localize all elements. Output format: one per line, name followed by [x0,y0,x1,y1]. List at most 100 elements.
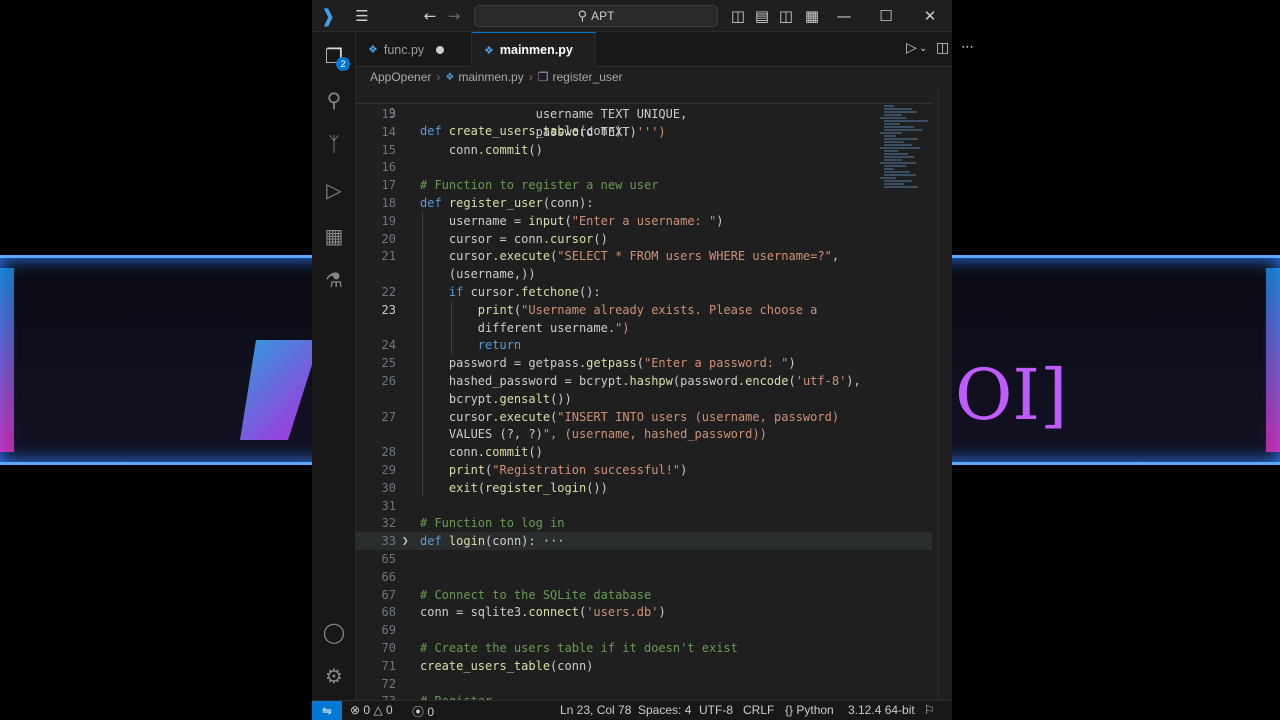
run-python-file-icon[interactable]: ▷ [906,40,917,56]
code-text: def create_users_table(conn): [420,124,630,138]
code-text: # Function to log in [420,516,565,531]
code-line: 9 def create_users_table(conn): [356,87,932,138]
code-text: hashed_password = bcrypt.hashpw(password… [420,374,861,388]
menu-icon[interactable]: ☰ [352,6,372,26]
indentation[interactable]: Spaces: 4 [638,703,691,717]
line-number: 72 [381,676,396,691]
code-line: 22 if cursor.fetchone(): [356,283,932,301]
testing-icon[interactable]: ⚗ [322,268,346,292]
code-text: username = input("Enter a username: ") [420,213,724,228]
language-mode[interactable]: {} Python [785,703,834,717]
toggle-secondary-sidebar-icon[interactable]: ◫ [776,6,796,26]
code-text: (username,)) [420,267,536,282]
split-editor-icon[interactable]: ◫ [936,40,949,56]
minimap-line [884,153,908,155]
sticky-scroll-header[interactable]: 9 def create_users_table(conn): [356,87,932,138]
line-number: 73 [356,692,396,700]
code-line: 20 cursor = conn.cursor() [356,230,932,248]
breadcrumb-symbol[interactable]: register_user [553,70,623,84]
minimap-line [884,114,902,116]
minimap-line [884,156,914,158]
breadcrumb-file[interactable]: mainmen.py [458,70,523,84]
minimap-line [884,144,912,146]
code-text: conn = sqlite3.connect('users.db') [420,605,666,620]
code-line: 25 password = getpass.getpass("Enter a p… [356,354,932,372]
code-text: return [477,338,522,353]
minimize-icon[interactable]: — [834,6,854,26]
warning-icon: △ [373,703,383,717]
tab-func-py[interactable]: ❖ func.py [356,32,472,67]
code-text: # Function to register a new user [420,178,659,193]
line-number: 29 [381,463,396,477]
minimap-line [880,132,902,134]
breadcrumb: AppOpener › ❖ mainmen.py › ❒ register_us… [356,67,952,87]
accounts-icon[interactable]: ◯ [322,620,346,644]
forward-arrow-icon[interactable]: → [444,6,464,26]
line-number: 19 [381,213,396,228]
minimap-line [884,129,922,131]
run-debug-icon[interactable]: ▷ [322,178,346,202]
ports-indicator[interactable]: ⦿ 0 [412,703,434,720]
minimap-line [884,165,906,167]
more-actions-icon[interactable]: ⋯ [961,40,974,55]
code-line: 26 hashed_password = bcrypt.hashpw(passw… [356,372,932,390]
line-number: 18 [381,196,396,210]
cursor-position[interactable]: Ln 23, Col 78 [560,703,631,717]
code-line: 23 print("Username already exists. Pleas… [356,301,932,319]
code-line: 30 exit(register_login()) [356,479,932,497]
line-number: 69 [381,623,396,638]
customize-layout-icon[interactable]: ▦ [802,6,822,26]
code-text: cursor = conn.cursor() [420,231,608,246]
tab-mainmen-py[interactable]: ❖ mainmen.py [472,32,596,67]
code-text: bcrypt.gensalt()) [420,391,572,406]
minimap-line [880,147,920,149]
code-line: 71 create_users_table(conn) [356,657,932,675]
problems-indicator[interactable]: ⊗ 0 △ 0 [350,703,393,717]
python-file-icon: ❖ [484,44,494,57]
vertical-scrollbar[interactable] [938,87,952,700]
editor-tab-bar: ❖ func.py ❖ mainmen.py ▷ ⌄ ◫ ⋯ [356,32,974,67]
line-number: 25 [381,356,396,371]
minimap-line [884,126,914,128]
toggle-primary-sidebar-icon[interactable]: ◫ [728,6,748,26]
line-number: 21 [381,249,396,264]
command-center-search[interactable]: ⚲ APT [474,5,718,27]
code-line: 70 # Create the users table if it doesn't… [356,639,932,657]
braces-icon: {} [785,703,794,717]
code-line: 68 conn = sqlite3.connect('users.db') [356,603,932,621]
notifications-bell-icon[interactable]: ⚐ [924,703,935,717]
minimap-line [884,159,902,161]
code-line: 13 username TEXT UNIQUE, [356,105,932,123]
settings-gear-icon[interactable]: ⚙ [322,664,346,688]
line-number: 68 [381,605,396,620]
code-line: 73 # Register [356,692,932,700]
code-text: conn.commit() [420,142,543,157]
maximize-icon[interactable]: ☐ [876,6,896,26]
python-interpreter[interactable]: 3.12.4 64-bit [848,703,915,717]
remote-indicator-icon[interactable]: ⇋ [312,701,342,720]
code-line: 18 def register_user(conn): [356,194,932,212]
explorer-icon[interactable]: ❐ 2 [322,44,350,71]
unsaved-dot-icon[interactable] [436,45,445,54]
fold-chevron-icon[interactable]: ❯ [402,532,409,550]
code-editor[interactable]: 9 def create_users_table(conn): 13 usern… [356,87,952,700]
extensions-icon[interactable]: ▦ [322,224,346,248]
line-number: 67 [381,587,396,602]
search-view-icon[interactable]: ⚲ [322,88,346,112]
end-of-line[interactable]: CRLF [743,703,774,717]
run-dropdown-chevron-icon[interactable]: ⌄ [919,43,927,54]
toggle-panel-icon[interactable]: ▤ [752,6,772,26]
minimap-line [884,111,917,113]
close-icon[interactable]: ✕ [920,6,940,26]
vscode-logo-icon: ❱ [320,5,336,27]
line-number: 22 [381,285,396,299]
function-symbol-icon: ❒ [537,70,549,84]
language-label: Python [796,703,834,717]
breadcrumb-folder[interactable]: AppOpener [370,70,431,84]
line-number: 31 [381,498,396,513]
code-text: cursor.execute("SELECT * FROM users WHER… [420,249,840,264]
back-arrow-icon[interactable]: ← [420,6,440,26]
source-control-icon[interactable]: ᛉ [322,132,346,156]
line-number: 28 [381,445,396,460]
encoding[interactable]: UTF-8 [699,703,733,717]
